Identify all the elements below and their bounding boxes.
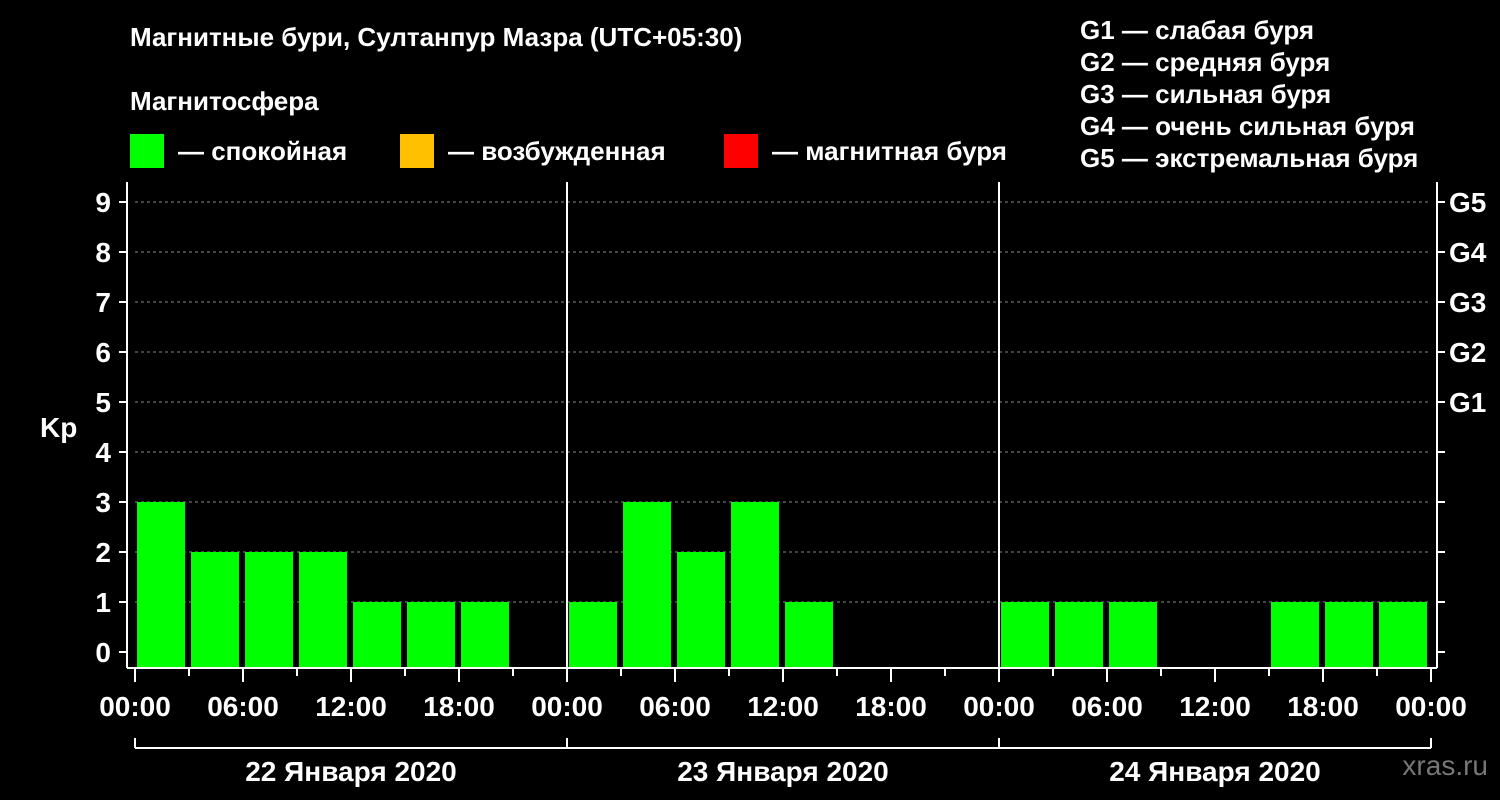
kp-bar [245,552,293,668]
y-tick-label: 4 [95,437,111,468]
kp-bar [677,552,725,668]
kp-bar [731,502,779,668]
x-tick-label: 06:00 [207,691,279,722]
y-tick-label: 2 [95,537,111,568]
kp-bar [461,602,509,668]
y-tick-label: 7 [95,287,111,318]
right-axis-g-label: G1 [1449,387,1486,418]
right-axis-g-label: G2 [1449,337,1486,368]
x-tick-label: 00:00 [1395,691,1467,722]
kp-bar [137,502,185,668]
x-tick-label: 06:00 [639,691,711,722]
x-tick-label: 06:00 [1071,691,1143,722]
kp-bar [569,602,617,668]
day-label: 24 Января 2020 [1109,756,1321,787]
kp-bar [1379,602,1427,668]
kp-bar [191,552,239,668]
day-label: 22 Января 2020 [245,756,457,787]
kp-bar [623,502,671,668]
x-tick-label: 18:00 [855,691,927,722]
kp-bar [1271,602,1319,668]
x-tick-label: 00:00 [963,691,1035,722]
y-tick-label: 3 [95,487,111,518]
x-tick-label: 18:00 [1287,691,1359,722]
y-tick-label: 0 [95,637,111,668]
right-axis-g-label: G5 [1449,187,1486,218]
kp-bar [1055,602,1103,668]
y-tick-label: 5 [95,387,111,418]
kp-bar [407,602,455,668]
right-axis-g-label: G3 [1449,287,1486,318]
x-tick-label: 00:00 [99,691,171,722]
y-tick-label: 6 [95,337,111,368]
kp-bar [299,552,347,668]
kp-bar [1001,602,1049,668]
y-axis-label: Kp [40,412,77,443]
right-axis-g-label: G4 [1449,237,1487,268]
kp-bar [1109,602,1157,668]
watermark: xras.ru [1402,750,1488,781]
y-tick-label: 9 [95,187,111,218]
x-tick-label: 00:00 [531,691,603,722]
x-tick-label: 12:00 [1179,691,1251,722]
x-tick-label: 12:00 [747,691,819,722]
kp-bar [1325,602,1373,668]
kp-bar [785,602,833,668]
x-tick-label: 18:00 [423,691,495,722]
day-label: 23 Января 2020 [677,756,889,787]
x-tick-label: 12:00 [315,691,387,722]
kp-bar [353,602,401,668]
y-tick-label: 1 [95,587,111,618]
kp-chart: 0 1 2 3 4 5 6 7 8 9 Kp G1 G2 G3 G4 G5 00:00 06:00 12:00 18:… [40,182,1487,787]
y-tick-label: 8 [95,237,111,268]
